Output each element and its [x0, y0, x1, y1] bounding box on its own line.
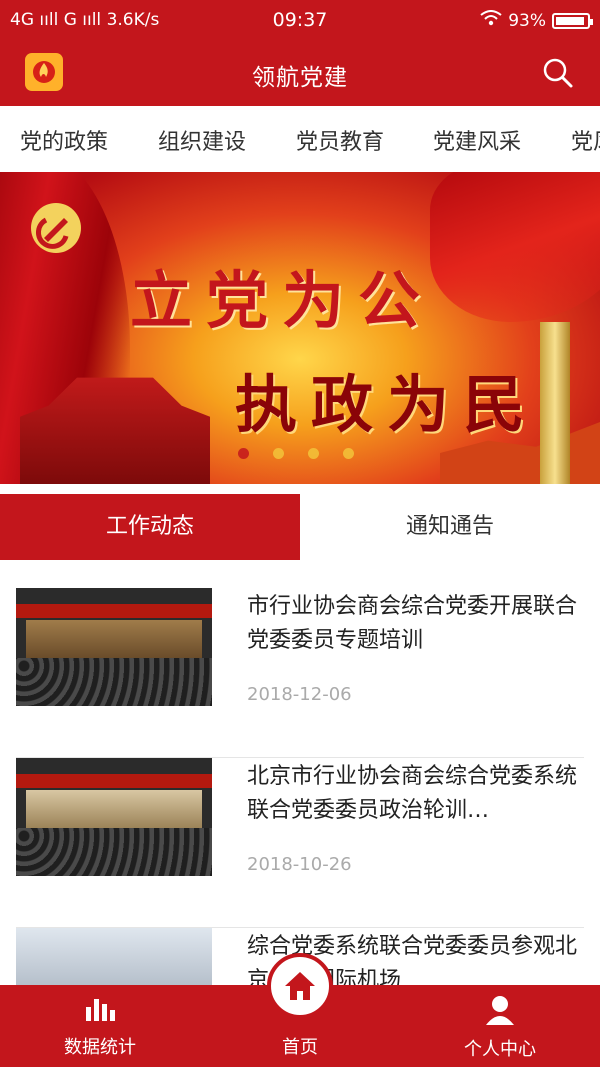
status-bar: 4G ııll G ııll 3.6K/s 09:37 93% — [0, 0, 600, 40]
tab-member-education[interactable]: 党员教育 — [296, 124, 384, 156]
app-header: 领航党建 — [0, 40, 600, 106]
user-icon — [486, 996, 514, 1025]
banner-slogan-top: 立党为公 — [130, 264, 435, 337]
battery-icon — [552, 12, 593, 29]
page-title: 领航党建 — [252, 65, 348, 91]
party-emblem-icon — [31, 203, 81, 253]
search-icon[interactable] — [542, 57, 574, 89]
status-right: 93% — [480, 10, 593, 31]
huabiao-image — [540, 322, 570, 484]
carousel-indicator — [238, 448, 354, 459]
nav-statistics[interactable]: 数据统计 — [0, 995, 200, 1059]
carousel-dot[interactable] — [238, 448, 249, 459]
nav-profile[interactable]: 个人中心 — [400, 995, 600, 1061]
news-date: 2018-10-26 — [247, 854, 352, 875]
news-thumbnail — [16, 758, 212, 876]
news-title: 北京市行业协会商会综合党委系统联合党委委员政治轮训… — [247, 764, 578, 823]
nav-statistics-label: 数据统计 — [64, 1037, 136, 1058]
news-thumbnail — [16, 588, 212, 706]
news-title: 市行业协会商会综合党委开展联合党委委员专题培训 — [247, 594, 578, 653]
tab-party-style[interactable]: 党风 — [571, 124, 600, 156]
banner-carousel[interactable]: 立党为公 执政为民 — [0, 172, 600, 484]
banner-slogan-bottom: 执政为民 — [235, 368, 540, 441]
tab-notices[interactable]: 通知通告 — [300, 494, 600, 560]
news-item[interactable]: 北京市行业协会商会综合党委系统联合党委委员政治轮训… 2018-10-26 — [0, 758, 600, 928]
carousel-dot[interactable] — [343, 448, 354, 459]
category-tabs: 党的政策 组织建设 党员教育 党建风采 党风 — [0, 106, 600, 172]
nav-home-label[interactable]: 首页 — [250, 1033, 350, 1059]
news-date: 2018-12-06 — [247, 684, 352, 705]
news-segment-tabs: 工作动态 通知通告 — [0, 494, 600, 560]
carousel-dot[interactable] — [273, 448, 284, 459]
nav-profile-label: 个人中心 — [464, 1039, 536, 1060]
news-item[interactable]: 市行业协会商会综合党委开展联合党委委员专题培训 2018-12-06 — [0, 588, 600, 758]
home-icon — [285, 972, 315, 1000]
tab-organization[interactable]: 组织建设 — [158, 124, 246, 156]
nav-home-button[interactable] — [267, 953, 333, 1019]
tab-party-showcase[interactable]: 党建风采 — [433, 124, 521, 156]
tab-work-updates[interactable]: 工作动态 — [0, 494, 300, 560]
wifi-icon — [480, 10, 502, 31]
battery-percent: 93% — [508, 10, 546, 31]
tab-party-policy[interactable]: 党的政策 — [20, 124, 108, 156]
bar-chart-icon — [86, 999, 115, 1021]
carousel-dot[interactable] — [308, 448, 319, 459]
